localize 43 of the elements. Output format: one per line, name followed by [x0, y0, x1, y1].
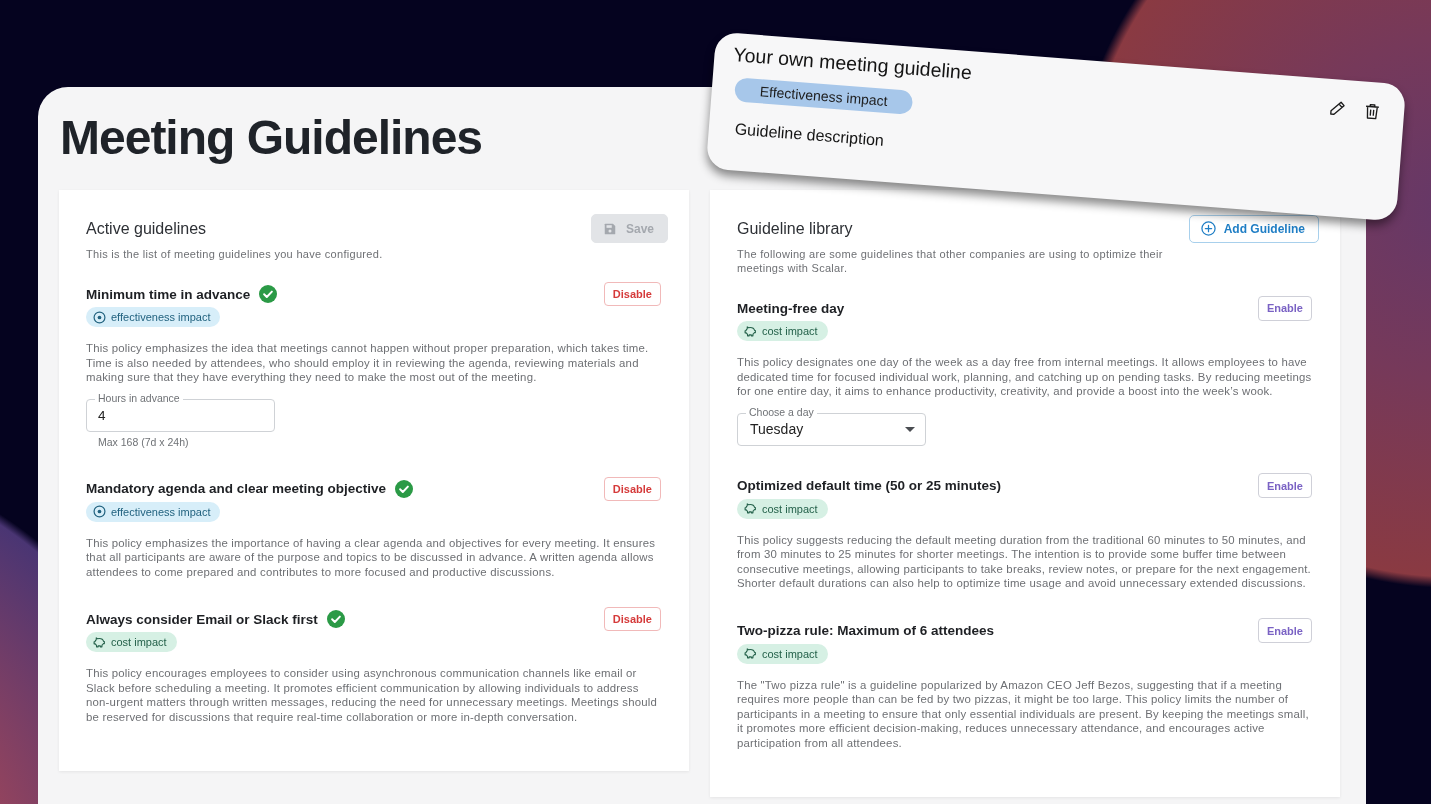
piggy-bank-icon — [93, 635, 106, 649]
tag-label: cost impact — [762, 502, 818, 515]
add-guideline-button[interactable]: Add Guideline — [1188, 214, 1319, 243]
page-title: Meeting Guidelines — [60, 114, 483, 162]
circle-dot-icon — [93, 310, 106, 324]
guideline-description: This policy emphasizes the importance of having a clear agenda and objectives for every meeting. It ensures that all participants are aware of the purpose and topics to be discussed in advance. A written agenda allows attendees to come prepared and contributes to more focused and productive discussions. — [86, 535, 657, 579]
card-title: Active guidelines — [86, 219, 207, 238]
tag-label: cost impact — [111, 636, 167, 648]
guideline-title: Mandatory agenda and clear meeting objective — [86, 481, 387, 496]
guideline-title: Meeting-free day — [737, 300, 845, 316]
tag-label: effectiveness impact — [111, 311, 211, 323]
field-label: Hours in advance — [95, 391, 183, 404]
guideline-description: This policy encourages employees to consider using asynchronous communication channels like email or Slack before scheduling a meeting. It promotes efficient communication by allowing individuals to address non-urgent matters through written messages, reducing the need for unnecessary meetings. Meetings should be reserved for discussions that require real-time collaboration or more in-depth conversation. — [86, 666, 659, 724]
disable-button[interactable]: Disable — [603, 282, 661, 306]
tag-label: cost impact — [762, 647, 818, 660]
piggy-bank-icon — [744, 502, 757, 515]
enable-button[interactable]: Enable — [1257, 295, 1312, 321]
piggy-bank-icon — [744, 647, 757, 660]
guideline-description: This policy suggests reducing the default meeting duration from the traditional 60 minutes to 50 minutes, and from 30 minutes to 25 minutes for shorter meetings. The intention is to provide some buffer time between consecutive meetings, allowing participants to take breaks, review notes, or prepare for the next engagement. Shorter default durations can also help to optimize time usage and avoid unnecessary extended discussions. — [737, 532, 1312, 591]
impact-tag: Effectiveness impact — [734, 77, 914, 115]
disable-button[interactable]: Disable — [603, 607, 661, 631]
enable-button[interactable]: Enable — [1257, 618, 1312, 643]
enable-button[interactable]: Enable — [1257, 473, 1312, 498]
tag-label: cost impact — [762, 325, 818, 337]
helper-text: Max 168 (7d x 24h) — [98, 434, 189, 449]
guideline-description: This policy designates one day of the week as a day free from internal meetings. It allows employees to have dedicated time for focused individual work, planning, and catching up on pending tasks. By reducing meetings for one entire day, it aims to enhance productivity, creativity, and provide a boost into the week’s wook. — [737, 355, 1312, 399]
tag-label: effectiveness impact — [111, 505, 211, 518]
card-title: Guideline library — [737, 219, 853, 238]
guideline-title: Two-pizza rule: Maximum of 6 attendees — [737, 623, 995, 638]
piggy-bank-icon — [744, 324, 757, 338]
field-label: Choose a day — [746, 405, 817, 418]
circle-dot-icon — [93, 505, 106, 518]
plus-circle-icon — [1200, 221, 1216, 236]
guideline-title: Always consider Email or Slack first — [86, 611, 318, 627]
caret-icon — [905, 426, 915, 432]
card-description: Guideline description — [734, 119, 885, 151]
guideline-title: Minimum time in advance — [86, 286, 251, 302]
guideline-description: This policy emphasizes the idea that meetings cannot happen without proper preparation, which takes time. Time is also needed by attendees, who should employ it in reviewing the agenda, reviewing materials and making sure that they have everything they need to make the most out of the meeting. — [86, 341, 650, 385]
disable-button[interactable]: Disable — [603, 476, 661, 501]
guideline-title: Optimized default time (50 or 25 minutes) — [737, 478, 1002, 493]
card-subtitle: The following are some guidelines that other companies are using to optimize their meetings with Scalar. — [737, 247, 1164, 275]
card-subtitle: This is the list of meeting guidelines you have configured. — [86, 247, 384, 261]
guideline-description: The "Two pizza rule" is a guideline popularized by Amazon CEO Jeff Bezos, suggesting that if a meeting requires more people than can be fed by two pizzas, it might be too large. This policy limits the number of participants in a meeting to ensure that only essential individuals are present. By keeping the meetings small, it promotes more efficient decision-making, reduces unnecessary attendance, and encourages active participation from all attendees. — [737, 677, 1310, 750]
